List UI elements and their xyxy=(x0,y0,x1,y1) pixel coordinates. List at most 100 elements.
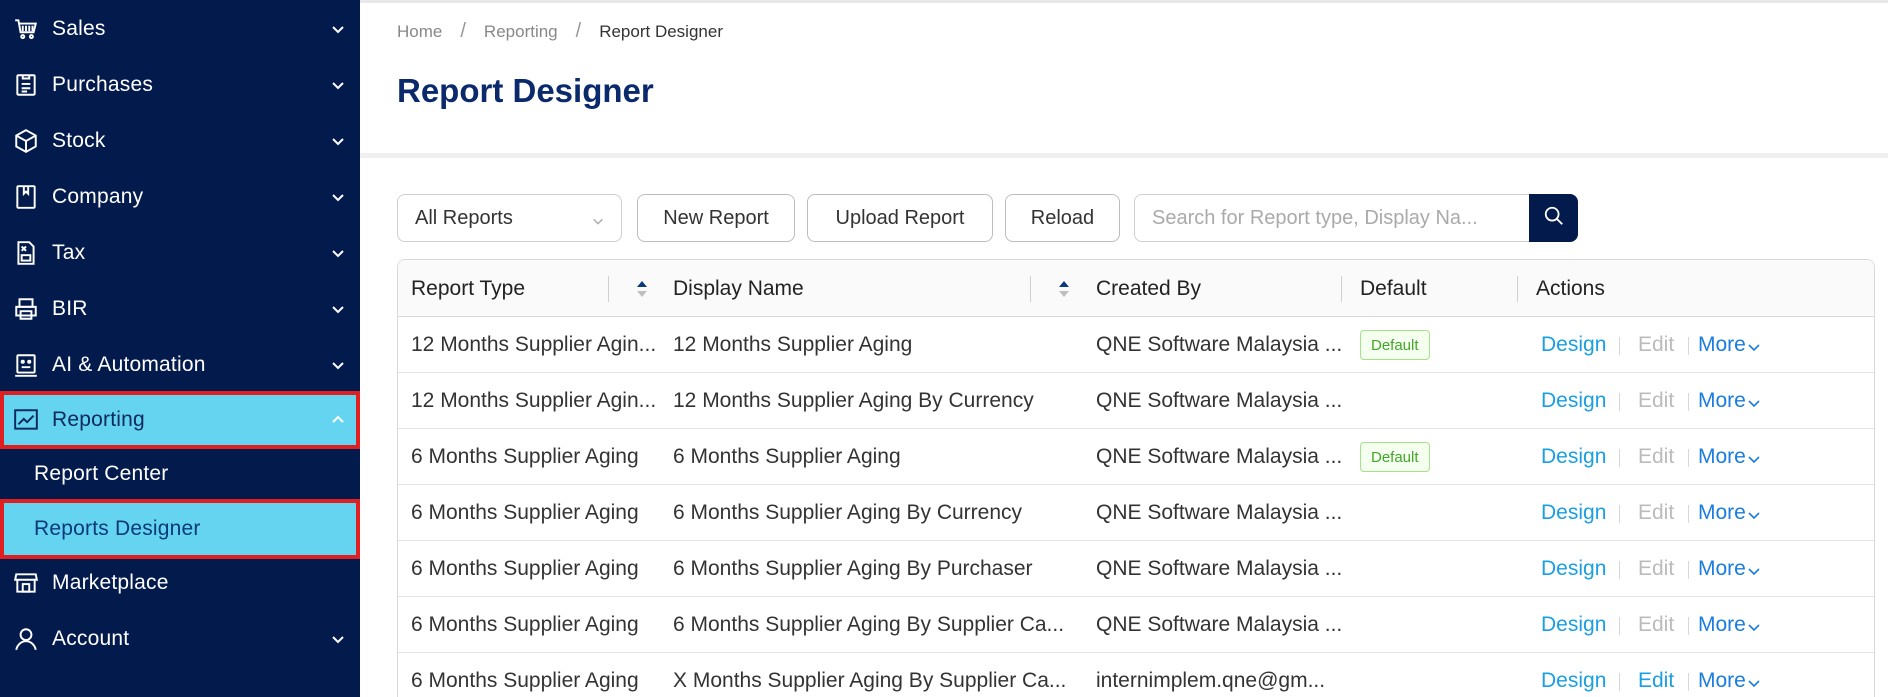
sidebar-item-bir[interactable]: BIR xyxy=(0,281,360,337)
sidebar-item-tax[interactable]: Tax xyxy=(0,225,360,281)
action-divider xyxy=(1688,673,1689,691)
sidebar-item-label: Account xyxy=(52,627,130,650)
cell-report-type: 6 Months Supplier Aging xyxy=(411,501,639,524)
table-row[interactable]: 6 Months Supplier Aging X Months Supplier… xyxy=(398,653,1874,697)
more-dropdown[interactable]: More xyxy=(1698,541,1746,597)
cell-created-by: QNE Software Malaysia ... xyxy=(1096,389,1341,412)
cell-report-type: 6 Months Supplier Aging xyxy=(411,445,639,468)
edit-link[interactable]: Edit xyxy=(1638,653,1674,697)
cell-created-by: QNE Software Malaysia ... xyxy=(1096,333,1341,356)
reports-table: Report Type Display Name Created By Defa… xyxy=(397,259,1875,697)
sort-icon[interactable] xyxy=(1057,278,1071,300)
design-link[interactable]: Design xyxy=(1541,317,1606,373)
more-dropdown[interactable]: More xyxy=(1698,597,1746,653)
chevron-down-icon[interactable] xyxy=(1748,396,1760,408)
column-divider xyxy=(1341,276,1342,302)
column-header-display-name[interactable]: Display Name xyxy=(673,260,804,317)
cell-created-by: QNE Software Malaysia ... xyxy=(1096,613,1341,636)
cell-report-type: 6 Months Supplier Aging xyxy=(411,557,639,580)
chevron-down-icon[interactable] xyxy=(1748,508,1760,520)
sidebar: Sales Purchases Stock Company Tax BIR AI… xyxy=(0,0,360,697)
table-row[interactable]: 6 Months Supplier Aging 6 Months Supplier… xyxy=(398,541,1874,597)
cell-created-by: internimplem.qne@gm... xyxy=(1096,669,1326,692)
header-divider xyxy=(360,153,1888,158)
sidebar-item-sales[interactable]: Sales xyxy=(0,1,360,57)
more-dropdown[interactable]: More xyxy=(1698,317,1746,373)
breadcrumb: Home / Reporting / Report Designer xyxy=(397,20,723,43)
sidebar-item-marketplace[interactable]: Marketplace xyxy=(0,555,360,611)
cart-icon xyxy=(12,15,40,43)
action-divider xyxy=(1619,561,1620,579)
sidebar-subitem-label: Reports Designer xyxy=(34,517,201,540)
edit-link: Edit xyxy=(1638,389,1675,412)
search-button[interactable] xyxy=(1529,194,1578,242)
design-link[interactable]: Design xyxy=(1541,653,1606,697)
action-divider xyxy=(1619,505,1620,523)
cell-created-by: QNE Software Malaysia ... xyxy=(1096,501,1341,524)
table-row[interactable]: 6 Months Supplier Aging 6 Months Supplier… xyxy=(398,485,1874,541)
design-link[interactable]: Design xyxy=(1541,541,1606,597)
cell-display-name: 6 Months Supplier Aging By Supplier Ca..… xyxy=(673,613,1065,636)
design-link[interactable]: Design xyxy=(1541,485,1606,541)
breadcrumb-separator: / xyxy=(575,20,582,42)
chevron-down-icon[interactable] xyxy=(1748,340,1760,352)
cell-report-type: 12 Months Supplier Agin... xyxy=(411,389,657,412)
table-row[interactable]: 6 Months Supplier Aging 6 Months Supplier… xyxy=(398,597,1874,653)
sort-icon[interactable] xyxy=(635,278,649,300)
chevron-down-icon[interactable] xyxy=(1748,452,1760,464)
action-divider xyxy=(1688,617,1689,635)
table-row[interactable]: 6 Months Supplier Aging 6 Months Supplier… xyxy=(398,429,1874,485)
sidebar-item-label: Company xyxy=(52,185,144,208)
breadcrumb-home[interactable]: Home xyxy=(397,22,442,42)
upload-report-button[interactable]: Upload Report xyxy=(807,194,993,242)
sidebar-item-ai-automation[interactable]: AI & Automation xyxy=(0,337,360,393)
cell-display-name: 12 Months Supplier Aging xyxy=(673,333,913,356)
sidebar-subitem-report-center[interactable]: Report Center xyxy=(0,447,360,501)
chevron-up-icon[interactable] xyxy=(330,412,346,428)
table-row[interactable]: 12 Months Supplier Agin... 12 Months Supp… xyxy=(398,373,1874,429)
app-window: Sales Purchases Stock Company Tax BIR AI… xyxy=(0,0,1888,697)
design-link[interactable]: Design xyxy=(1541,429,1606,485)
chevron-down-icon[interactable] xyxy=(1748,676,1760,688)
design-link[interactable]: Design xyxy=(1541,373,1606,429)
sidebar-item-label: Sales xyxy=(52,17,106,40)
column-header-report-type[interactable]: Report Type xyxy=(411,260,525,317)
search-input[interactable]: Search for Report type, Display Na... xyxy=(1134,194,1530,242)
cell-display-name: 12 Months Supplier Aging By Currency xyxy=(673,389,1034,412)
report-filter-select[interactable]: All Reports xyxy=(397,194,622,242)
chevron-down-icon[interactable] xyxy=(330,77,346,93)
action-divider xyxy=(1619,393,1620,411)
chevron-down-icon[interactable] xyxy=(330,133,346,149)
sidebar-item-account[interactable]: Account xyxy=(0,611,360,667)
cell-display-name: 6 Months Supplier Aging xyxy=(673,445,901,468)
chevron-down-icon[interactable] xyxy=(1748,564,1760,576)
more-dropdown[interactable]: More xyxy=(1698,485,1746,541)
chevron-down-icon[interactable] xyxy=(330,631,346,647)
more-dropdown[interactable]: More xyxy=(1698,429,1746,485)
sidebar-item-purchases[interactable]: Purchases xyxy=(0,57,360,113)
column-divider xyxy=(1517,276,1518,302)
sidebar-item-company[interactable]: Company xyxy=(0,169,360,225)
chevron-down-icon[interactable] xyxy=(330,245,346,261)
chevron-down-icon[interactable] xyxy=(330,357,346,373)
chevron-down-icon[interactable] xyxy=(330,189,346,205)
more-dropdown[interactable]: More xyxy=(1698,373,1746,429)
breadcrumb-separator: / xyxy=(460,20,466,42)
sidebar-item-stock[interactable]: Stock xyxy=(0,113,360,169)
cell-report-type: 12 Months Supplier Agin... xyxy=(411,333,657,356)
table-header: Report Type Display Name Created By Defa… xyxy=(398,260,1874,317)
sidebar-item-reporting[interactable]: Reporting xyxy=(0,391,360,449)
report-filter-value: All Reports xyxy=(415,206,513,229)
sidebar-item-label: Marketplace xyxy=(52,571,169,594)
sidebar-subitem-reports-designer[interactable]: Reports Designer xyxy=(0,499,360,559)
breadcrumb-reporting[interactable]: Reporting xyxy=(484,22,558,42)
table-row[interactable]: 12 Months Supplier Agin... 12 Months Supp… xyxy=(398,317,1874,373)
new-report-button[interactable]: New Report xyxy=(637,194,795,242)
chevron-down-icon[interactable] xyxy=(330,21,346,37)
chevron-down-icon[interactable] xyxy=(330,301,346,317)
design-link[interactable]: Design xyxy=(1541,597,1606,653)
reload-button[interactable]: Reload xyxy=(1005,194,1120,242)
search-icon xyxy=(1543,205,1565,232)
more-dropdown[interactable]: More xyxy=(1698,653,1746,697)
chevron-down-icon[interactable] xyxy=(1748,620,1760,632)
